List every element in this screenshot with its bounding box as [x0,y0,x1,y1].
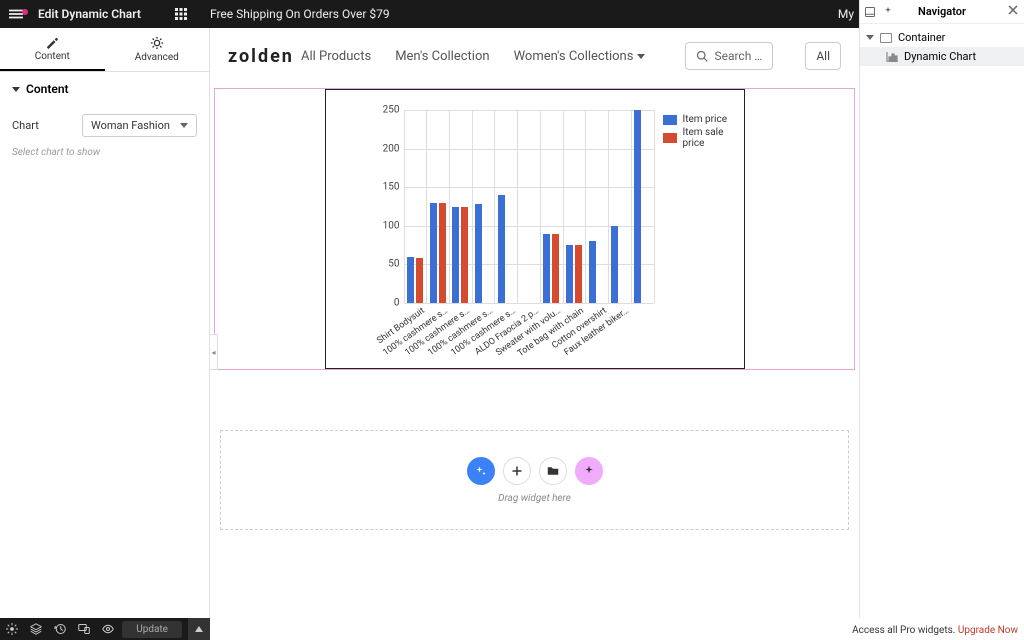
chart-y-axis: 050100150200250 [366,110,400,303]
settings-icon[interactable] [0,623,24,635]
chart-legend: Item price Item sale price [663,114,738,151]
nav-womens[interactable]: Women's Collections [514,49,646,64]
section-content-label: Content [26,82,69,96]
ai-generate-button[interactable] [467,457,495,485]
nav-all-products[interactable]: All Products [301,49,371,64]
navigator-title: Navigator [918,5,966,18]
navigator-header: Navigator [860,0,1024,24]
template-library-button[interactable] [539,457,567,485]
widget-selection-frame[interactable]: 050100150200250 Shirt Bodysuit100% cashm… [214,88,855,370]
tab-advanced-label: Advanced [135,52,179,63]
site-header: zolden All Products Men's Collection Wom… [210,28,859,84]
upgrade-banner: Access all Pro widgets. Upgrade Now [852,625,1018,636]
site-nav: All Products Men's Collection Women's Co… [301,42,841,70]
sparkle-icon[interactable] [882,6,894,18]
chart-select-row: Chart Woman Fashion [0,106,209,145]
widgets-grid-icon[interactable] [167,8,195,20]
chart-widget[interactable]: 050100150200250 Shirt Bodysuit100% cashm… [325,89,745,369]
update-button[interactable]: Update [122,621,182,638]
tree-label-container: Container [898,31,945,44]
legend-swatch-sale [663,133,677,143]
legend-swatch-price [663,115,677,125]
navigator-panel: Navigator Container Dynamic Chart [859,0,1024,618]
search-icon [696,50,708,62]
search-placeholder: Search … [714,49,762,63]
expand-panel-icon[interactable] [188,618,210,640]
navigator-tree: Container Dynamic Chart [860,24,1024,70]
chart-select-label: Chart [12,119,82,132]
editor-canvas: ◂ zolden All Products Men's Collection W… [210,28,859,640]
chart-bars [404,110,654,303]
chart-select[interactable]: Woman Fashion [82,114,197,137]
caret-down-icon [12,87,20,92]
editor-left-panel: Content Advanced Content Chart Woman Fas… [0,28,210,618]
topbar-right[interactable]: My [838,0,854,28]
chart-select-value: Woman Fashion [91,119,170,132]
chevron-down-icon [180,123,188,128]
legend-label-sale: Item sale price [683,127,738,149]
upgrade-prefix: Access all Pro widgets. [852,625,958,636]
add-section-dropzone[interactable]: Drag widget here [220,430,849,530]
announcement-bar: Free Shipping On Orders Over $79 [210,0,874,28]
responsive-icon[interactable] [72,623,96,635]
dock-icon[interactable] [864,6,876,18]
section-content-toggle[interactable]: Content [0,72,209,106]
tab-content[interactable]: Content [0,28,105,71]
filter-pill-all[interactable]: All [805,42,841,70]
ai-sparkle-button[interactable] [575,457,603,485]
history-icon[interactable] [48,623,72,635]
preview-icon[interactable] [96,623,120,635]
tree-label-widget: Dynamic Chart [904,50,976,63]
drop-hint: Drag widget here [498,493,571,504]
tab-content-label: Content [35,51,70,62]
caret-down-icon [866,35,874,40]
layers-icon[interactable] [24,623,48,635]
menu-icon[interactable] [0,7,32,21]
chart-x-labels: Shirt Bodysuit100% cashmere s…100% cashm… [404,306,654,356]
search-input[interactable]: Search … [685,42,773,70]
close-icon[interactable] [1008,5,1018,18]
tree-item-dynamic-chart[interactable]: Dynamic Chart [860,47,1024,66]
editor-bottombar: Update [0,618,210,640]
collapse-panel-handle[interactable]: ◂ [210,334,218,370]
upgrade-link[interactable]: Upgrade Now [958,625,1018,636]
chart-plot-area [404,110,654,303]
nav-mens[interactable]: Men's Collection [395,49,489,64]
site-logo[interactable]: zolden [228,46,294,67]
tab-advanced[interactable]: Advanced [105,28,210,71]
tree-item-container[interactable]: Container [860,28,1024,47]
editor-title: Edit Dynamic Chart [38,7,141,21]
container-icon [880,33,892,43]
legend-label-price: Item price [683,114,728,125]
chart-select-hint: Select chart to show [0,145,209,160]
add-widget-button[interactable] [503,457,531,485]
chart-icon [886,52,898,62]
mode-tabs: Content Advanced [0,28,209,72]
